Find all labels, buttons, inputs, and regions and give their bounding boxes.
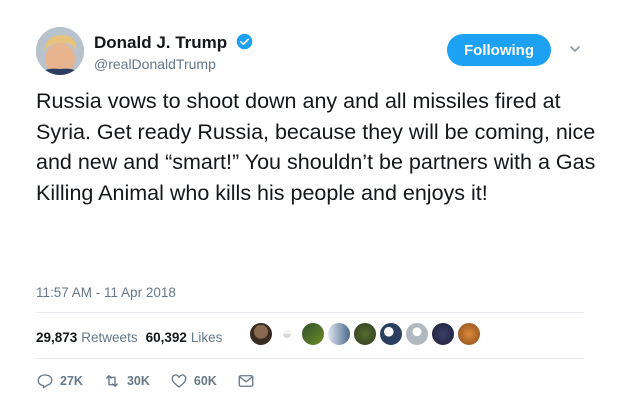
liker-avatar[interactable]	[405, 322, 429, 346]
likes-count[interactable]: 60,392	[146, 330, 187, 345]
retweets-label[interactable]: Retweets	[81, 330, 137, 345]
profile-photo	[36, 27, 84, 75]
divider	[36, 312, 584, 313]
likes-label[interactable]: Likes	[191, 330, 223, 345]
verified-badge-icon	[236, 33, 253, 50]
liker-avatar[interactable]	[457, 322, 481, 346]
envelope-icon[interactable]	[237, 372, 255, 390]
user-handle[interactable]: @realDonaldTrump	[94, 56, 216, 72]
divider	[36, 358, 584, 359]
liker-avatar[interactable]	[275, 322, 299, 346]
retweets-count[interactable]: 29,873	[36, 330, 77, 345]
like-action[interactable]: 60K	[170, 372, 217, 390]
avatar[interactable]	[36, 27, 84, 75]
tweet-card: Donald J. Trump @realDonaldTrump Followi…	[0, 0, 620, 413]
liker-avatar[interactable]	[431, 322, 455, 346]
liker-avatar[interactable]	[249, 322, 273, 346]
tweet-timestamp[interactable]: 11:57 AM - 11 Apr 2018	[36, 285, 176, 300]
liker-avatar[interactable]	[301, 322, 325, 346]
retweet-count: 30K	[126, 374, 150, 388]
tweet-actions: 27K 30K 60K	[36, 371, 275, 391]
liker-avatar[interactable]	[353, 322, 377, 346]
following-button[interactable]: Following	[447, 34, 551, 66]
liker-avatar[interactable]	[379, 322, 403, 346]
tweet-stats: 29,873 Retweets 60,392 Likes	[36, 327, 230, 347]
reply-icon[interactable]	[36, 372, 54, 390]
tweet-text: Russia vows to shoot down any and all mi…	[36, 89, 596, 206]
retweet-icon[interactable]	[103, 372, 121, 390]
display-name[interactable]: Donald J. Trump	[94, 33, 227, 53]
reply-action[interactable]: 27K	[36, 372, 83, 390]
chevron-down-icon[interactable]	[568, 42, 582, 56]
retweet-action[interactable]: 30K	[103, 372, 150, 390]
heart-icon[interactable]	[170, 372, 188, 390]
like-count: 60K	[193, 374, 217, 388]
message-action[interactable]	[237, 372, 255, 390]
reply-count: 27K	[60, 374, 83, 388]
liker-avatar[interactable]	[327, 322, 351, 346]
liker-avatars	[249, 322, 483, 348]
